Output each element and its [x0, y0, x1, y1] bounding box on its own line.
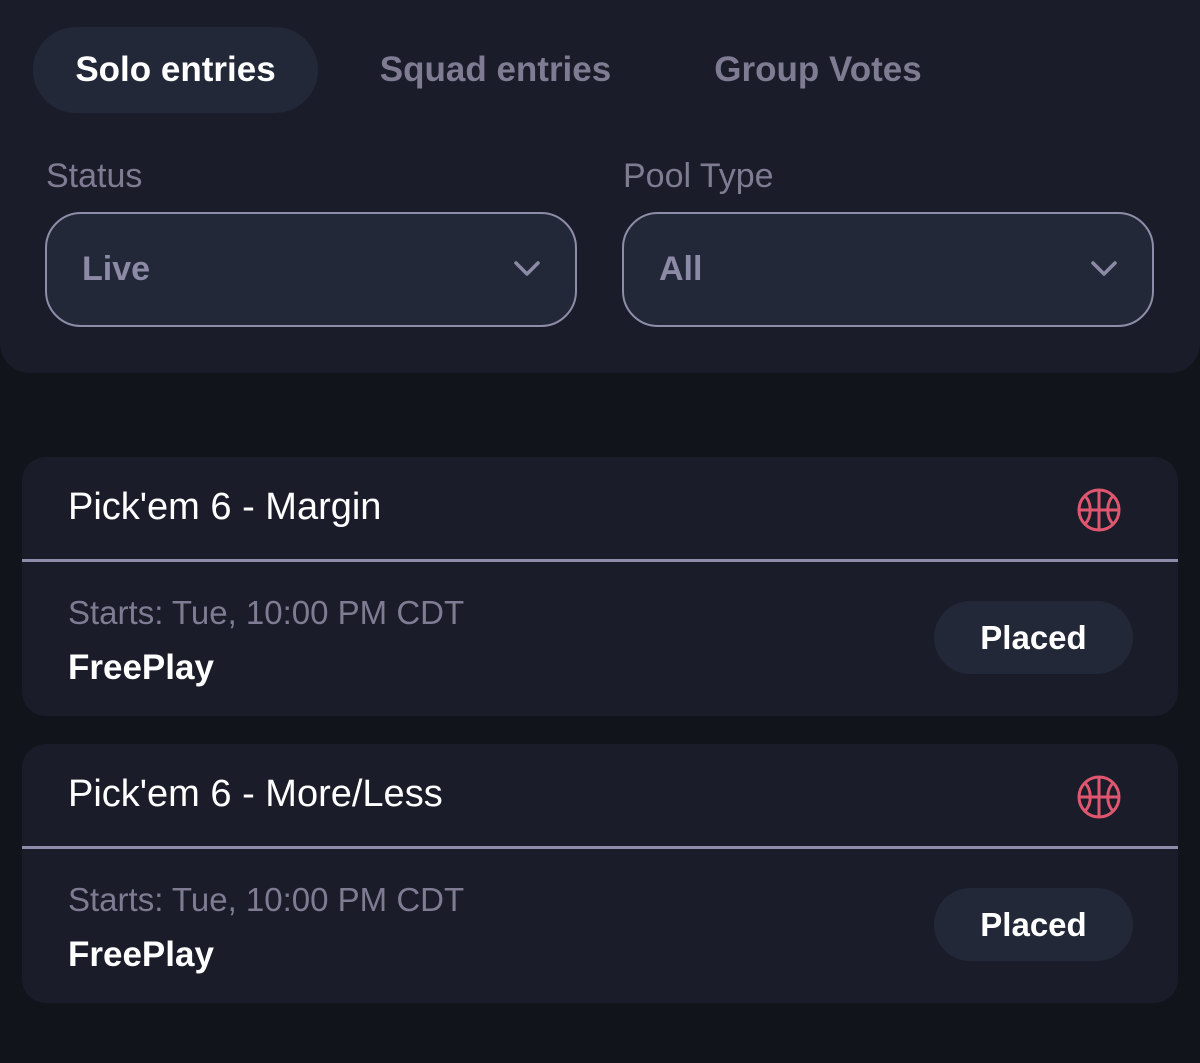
status-select[interactable]: Live	[45, 212, 577, 327]
entry-type: FreePlay	[68, 648, 214, 687]
basketball-icon	[1077, 775, 1121, 819]
status-badge: Placed	[934, 601, 1133, 674]
entry-type: FreePlay	[68, 935, 214, 974]
entry-card[interactable]: Pick'em 6 - Margin Starts: Tue, 10:00 PM…	[22, 457, 1178, 716]
filter-panel: Solo entries Squad entries Group Votes S…	[0, 0, 1200, 373]
divider	[22, 559, 1178, 562]
tab-group-votes[interactable]: Group Votes	[673, 27, 963, 113]
chevron-down-icon	[514, 261, 540, 276]
pool-type-select[interactable]: All	[622, 212, 1154, 327]
pool-type-filter-label: Pool Type	[623, 157, 774, 195]
basketball-icon	[1077, 488, 1121, 532]
status-filter-label: Status	[46, 157, 143, 195]
chevron-down-icon	[1091, 261, 1117, 276]
entry-title: Pick'em 6 - More/Less	[68, 773, 443, 815]
tab-solo-entries[interactable]: Solo entries	[33, 27, 318, 113]
entry-title: Pick'em 6 - Margin	[68, 486, 382, 528]
entry-card[interactable]: Pick'em 6 - More/Less Starts: Tue, 10:00…	[22, 744, 1178, 1003]
pool-type-select-value: All	[659, 250, 703, 288]
status-select-value: Live	[82, 250, 151, 288]
entry-start-time: Starts: Tue, 10:00 PM CDT	[68, 881, 465, 918]
entry-start-time: Starts: Tue, 10:00 PM CDT	[68, 594, 465, 631]
tab-squad-entries[interactable]: Squad entries	[318, 27, 673, 113]
status-badge: Placed	[934, 888, 1133, 961]
entry-tabs: Solo entries Squad entries Group Votes	[33, 27, 963, 113]
divider	[22, 846, 1178, 849]
